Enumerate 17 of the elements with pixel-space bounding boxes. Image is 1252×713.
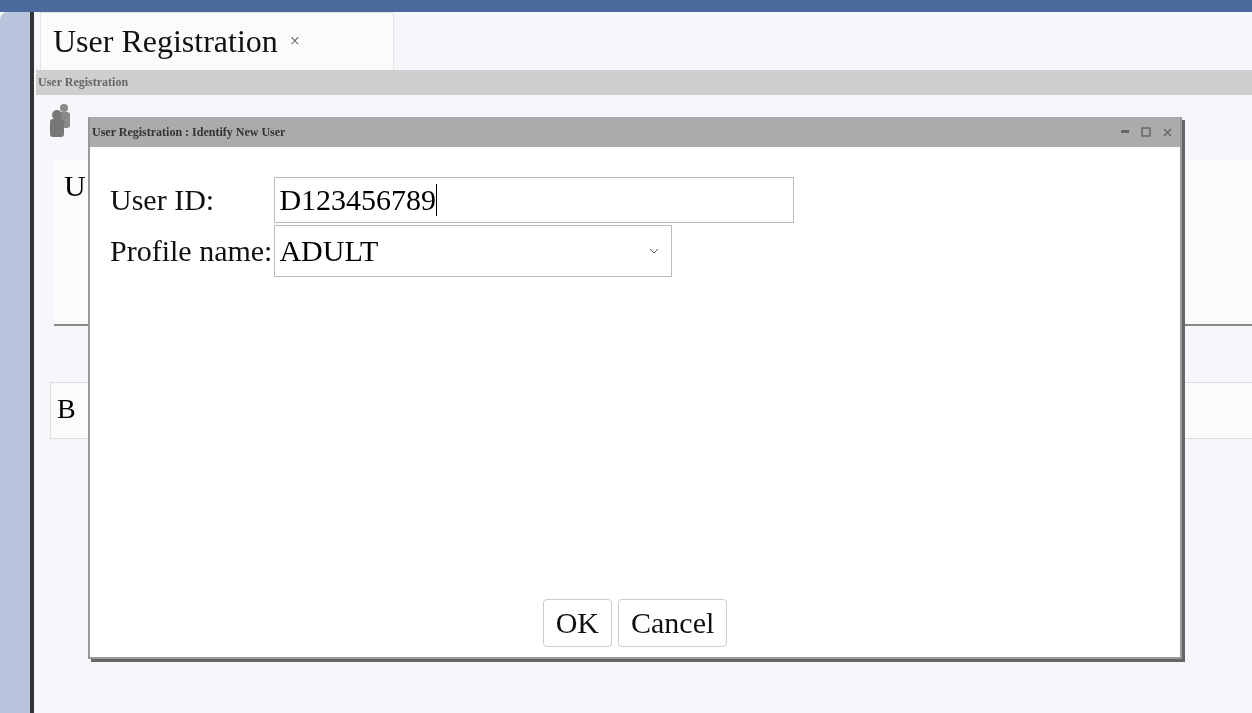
profile-dropdown[interactable]: ADULT [274,225,673,277]
section-title-bar: User Registration [36,70,1252,95]
users-icon [48,103,72,137]
maximize-icon[interactable] [1141,127,1151,137]
cancel-button[interactable]: Cancel [618,599,728,647]
tab[interactable]: User Registration × [40,12,394,70]
chevron-down-icon [649,248,660,254]
field-label: User ID: [110,183,216,217]
ok-button[interactable]: OK [542,599,612,647]
minimize-icon[interactable] [1121,130,1129,134]
panel-heading: B [57,393,76,425]
field-label: Profile name: [110,234,274,268]
close-icon[interactable]: × [289,31,300,52]
close-icon[interactable] [1163,127,1172,137]
dialog-title: User Registration : Identify New User [92,124,286,140]
panel-heading: U [64,169,86,203]
user-id-field[interactable]: D123456789 [274,177,795,223]
